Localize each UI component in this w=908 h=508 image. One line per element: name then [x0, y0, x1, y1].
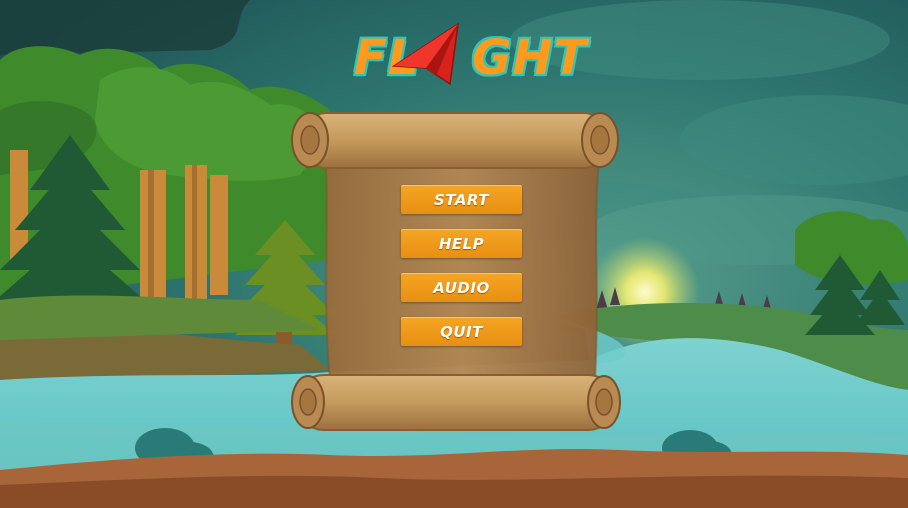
- help-button[interactable]: HELP: [401, 229, 522, 258]
- audio-button[interactable]: AUDIO: [401, 273, 522, 302]
- game-title-logo: FL GHT: [348, 22, 586, 92]
- main-menu: START HELP AUDIO QUIT: [401, 185, 522, 346]
- title-text-right: GHT: [472, 30, 588, 86]
- paper-plane-icon: [391, 22, 459, 86]
- start-button[interactable]: START: [401, 185, 522, 214]
- quit-button[interactable]: QUIT: [401, 317, 522, 346]
